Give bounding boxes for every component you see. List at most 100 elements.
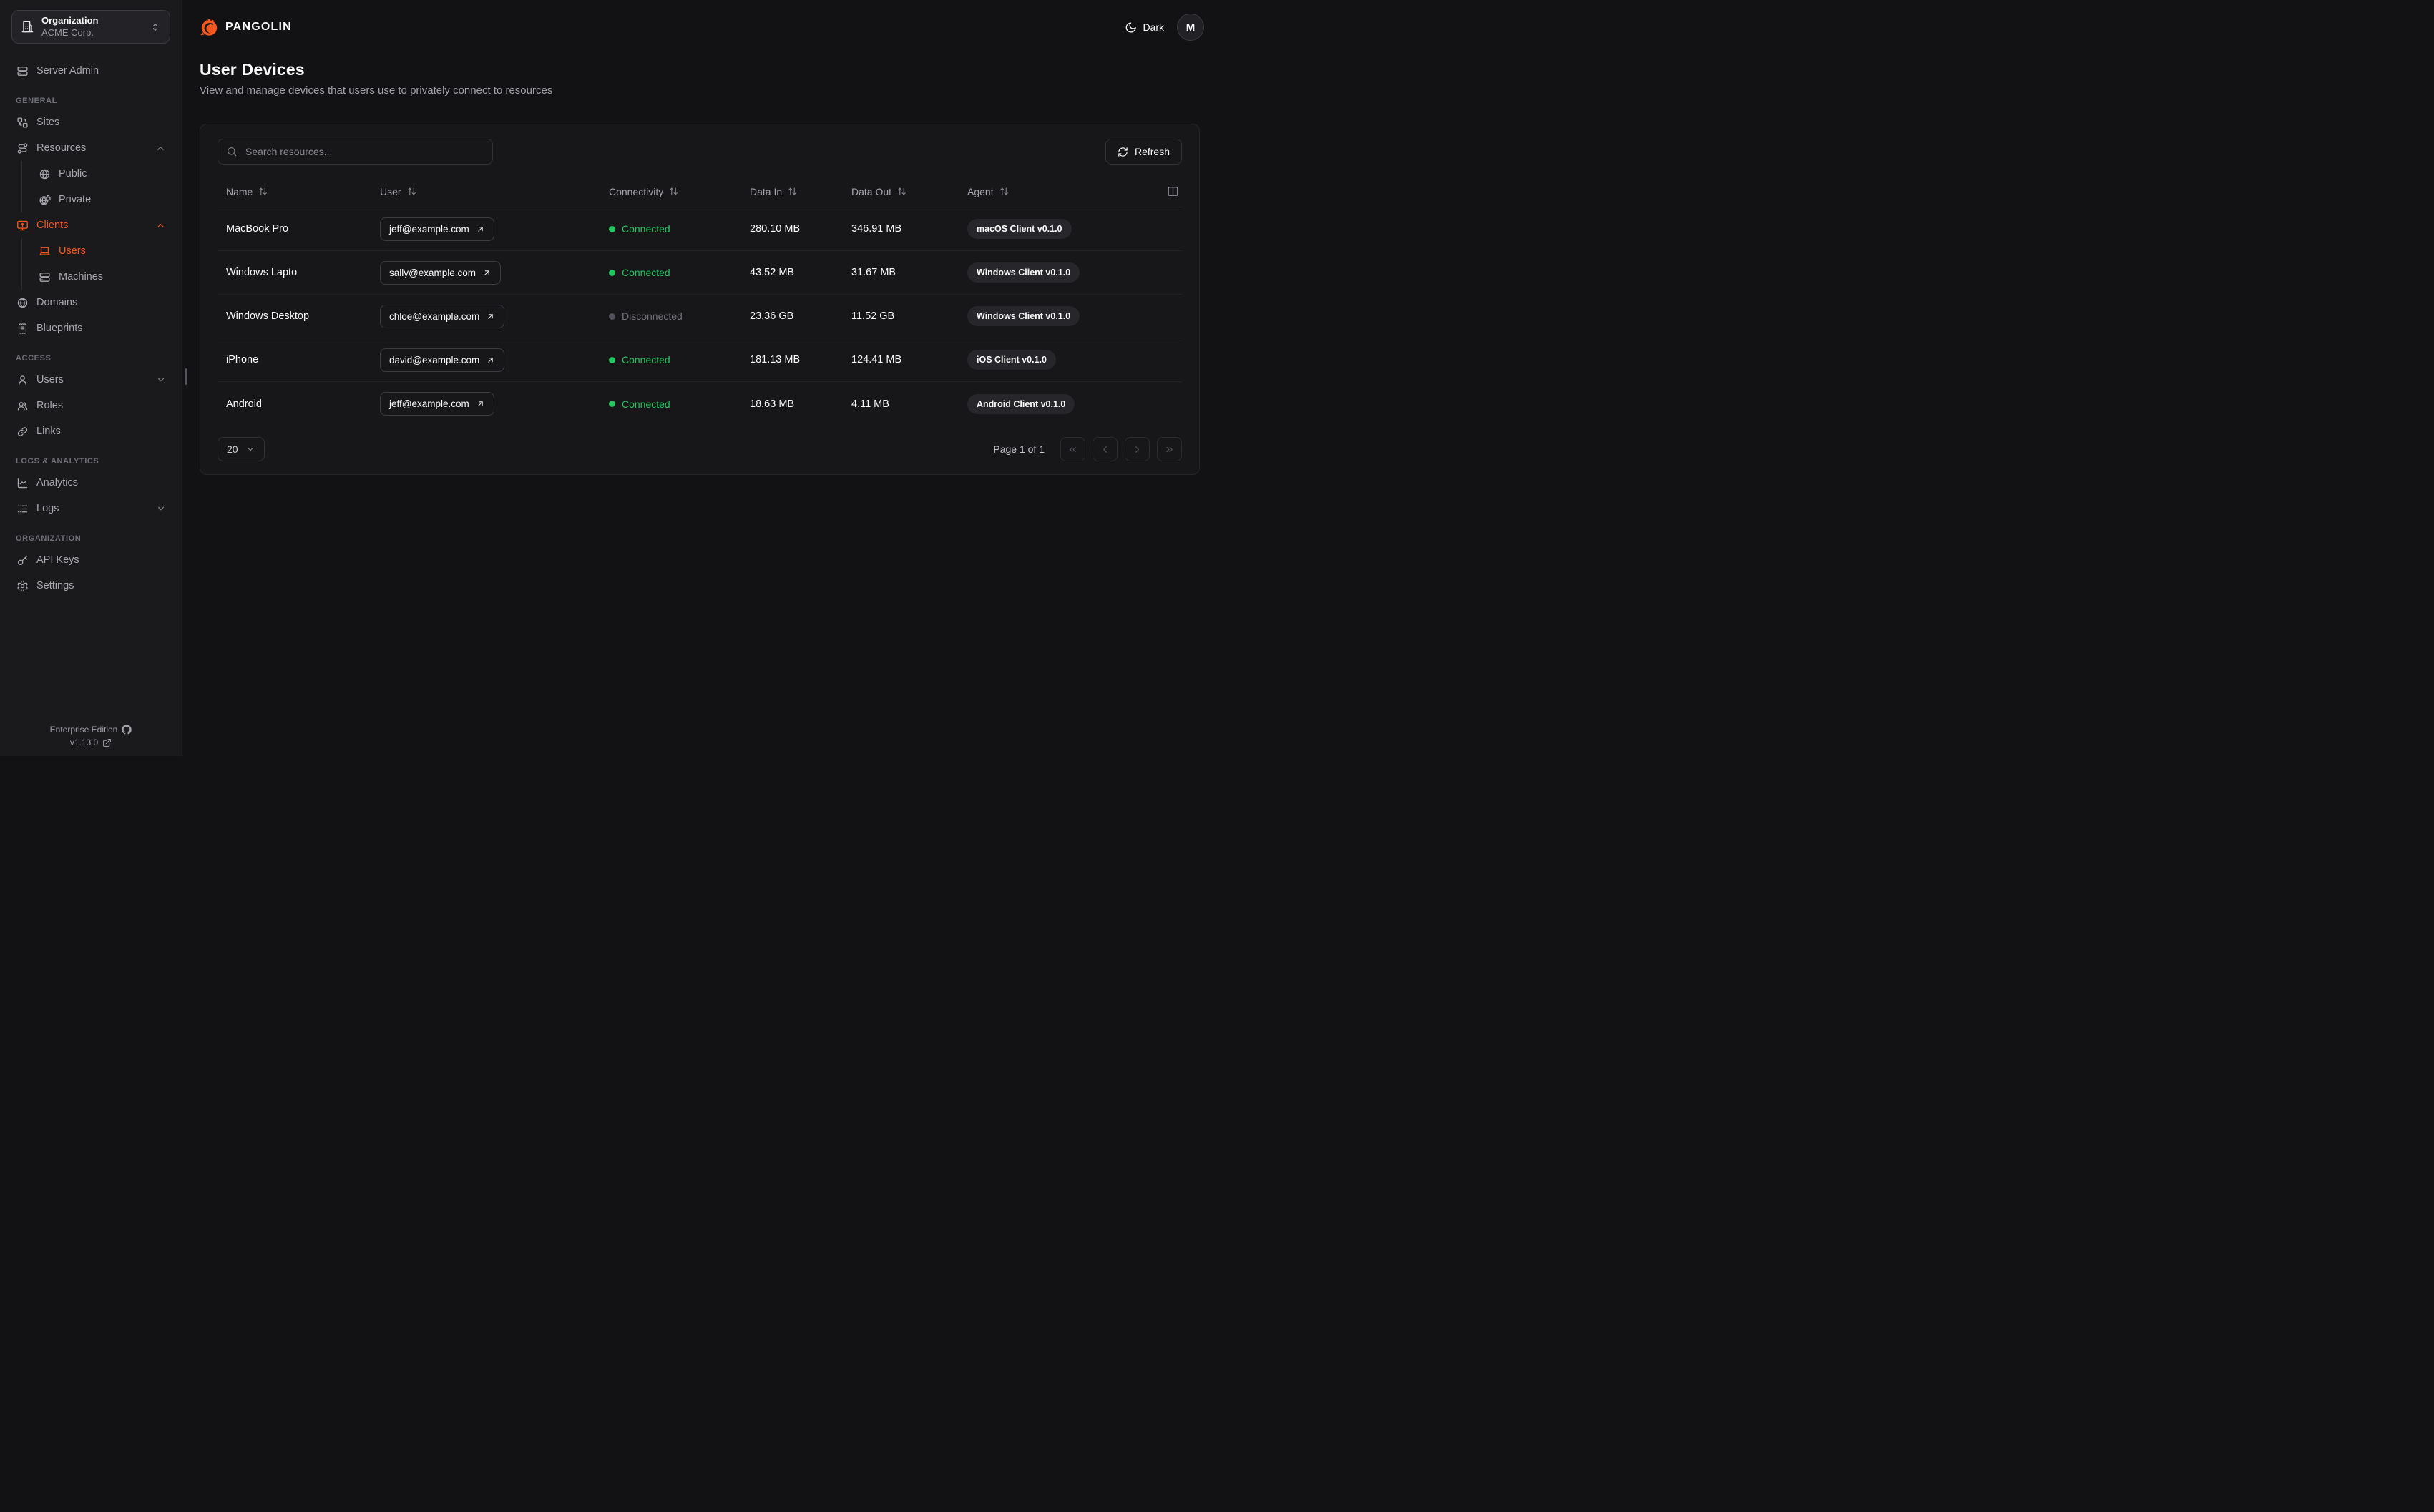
sidebar-item-label: Links bbox=[36, 426, 61, 437]
theme-toggle-button[interactable]: Dark bbox=[1125, 21, 1164, 34]
section-label: ORGANIZATION bbox=[16, 534, 82, 543]
arrow-up-right-icon bbox=[482, 268, 492, 278]
user-email: chloe@example.com bbox=[389, 310, 480, 322]
sidebar-item-label: Resources bbox=[36, 142, 87, 154]
sidebar-item-access-users[interactable]: Users bbox=[11, 367, 170, 393]
column-label: Data In bbox=[750, 185, 783, 197]
sidebar-item-label: Settings bbox=[36, 580, 74, 591]
sidebar-item-logs[interactable]: Logs bbox=[11, 496, 170, 521]
sidebar-item-settings[interactable]: Settings bbox=[11, 573, 170, 599]
sidebar-item-domains[interactable]: Domains bbox=[11, 290, 170, 315]
user-link[interactable]: chloe@example.com bbox=[380, 304, 505, 328]
column-header-data-in[interactable]: Data In bbox=[741, 186, 843, 197]
status-dot-icon bbox=[609, 356, 615, 363]
user-link[interactable]: jeff@example.com bbox=[380, 217, 494, 241]
devices-card: Refresh Name User Connectivity Data In Data … bbox=[200, 124, 1200, 475]
globe-lock-icon bbox=[38, 194, 51, 206]
search-input[interactable] bbox=[218, 139, 493, 165]
sidebar-item-label: API Keys bbox=[36, 554, 79, 566]
sidebar-item-label: Private bbox=[59, 194, 92, 205]
sidebar-item-roles[interactable]: Roles bbox=[11, 393, 170, 418]
sidebar: Organization ACME Corp. Server Admin GENE… bbox=[0, 0, 182, 756]
column-header-user[interactable]: User bbox=[371, 186, 600, 197]
globe-icon bbox=[16, 297, 29, 309]
sidebar-children-clients: Users Machines bbox=[21, 238, 170, 290]
sidebar-item-users[interactable]: Users bbox=[32, 238, 170, 264]
gear-icon bbox=[16, 580, 29, 592]
column-visibility-button[interactable] bbox=[1165, 184, 1181, 199]
agent-badge: Android Client v0.1.0 bbox=[967, 393, 1075, 414]
column-label: Connectivity bbox=[609, 185, 664, 197]
page-size-select[interactable]: 20 bbox=[218, 437, 265, 461]
sidebar-item-public[interactable]: Public bbox=[32, 161, 170, 187]
agent-badge: macOS Client v0.1.0 bbox=[967, 219, 1072, 239]
agent-badge: Windows Client v0.1.0 bbox=[967, 262, 1080, 283]
sidebar-item-api-keys[interactable]: API Keys bbox=[11, 547, 170, 573]
sidebar-item-private[interactable]: Private bbox=[32, 187, 170, 212]
topbar: PANGOLIN Dark M bbox=[182, 0, 1217, 54]
first-page-button[interactable] bbox=[1060, 437, 1085, 461]
agent-badge: Windows Client v0.1.0 bbox=[967, 306, 1080, 326]
column-header-name[interactable]: Name bbox=[218, 186, 371, 197]
device-name: Windows Lapto bbox=[226, 267, 298, 278]
device-name: MacBook Pro bbox=[226, 223, 289, 235]
user-link[interactable]: david@example.com bbox=[380, 348, 505, 372]
connectivity-label: Connected bbox=[622, 354, 670, 365]
table-header-row: Name User Connectivity Data In Data Out Agent bbox=[218, 176, 1182, 207]
next-page-button[interactable] bbox=[1125, 437, 1150, 461]
user-link[interactable]: jeff@example.com bbox=[380, 392, 494, 416]
sidebar-item-machines[interactable]: Machines bbox=[32, 264, 170, 290]
chevron-down-icon bbox=[156, 375, 166, 385]
org-selector-texts: Organization ACME Corp. bbox=[41, 15, 98, 39]
sidebar-item-clients[interactable]: Clients bbox=[11, 212, 170, 238]
sidebar-item-sites[interactable]: Sites bbox=[11, 109, 170, 135]
avatar[interactable]: M bbox=[1177, 14, 1204, 41]
chevron-up-icon bbox=[155, 143, 166, 154]
page-label: Page 1 of 1 bbox=[993, 443, 1045, 455]
sidebar-item-label: Server Admin bbox=[36, 65, 99, 77]
sidebar-item-server-admin[interactable]: Server Admin bbox=[11, 58, 170, 84]
column-header-connectivity[interactable]: Connectivity bbox=[600, 186, 741, 197]
sidebar-item-resources[interactable]: Resources bbox=[11, 135, 170, 161]
sidebar-item-blueprints[interactable]: Blueprints bbox=[11, 315, 170, 341]
sidebar-scrollbar-thumb[interactable] bbox=[185, 368, 187, 385]
agent-badge: iOS Client v0.1.0 bbox=[967, 350, 1056, 370]
last-page-button[interactable] bbox=[1157, 437, 1182, 461]
refresh-label: Refresh bbox=[1134, 146, 1170, 157]
connectivity-label: Connected bbox=[622, 267, 670, 278]
sidebar-item-label: Blueprints bbox=[36, 323, 83, 334]
data-out-value: 4.11 MB bbox=[851, 398, 889, 410]
table-toolbar: Refresh bbox=[218, 139, 1182, 165]
page-size-value: 20 bbox=[227, 443, 238, 455]
version-link[interactable]: v1.13.0 bbox=[70, 737, 112, 747]
brand: PANGOLIN bbox=[200, 18, 292, 37]
search-icon bbox=[226, 146, 238, 157]
sidebar-item-links[interactable]: Links bbox=[11, 418, 170, 444]
page-title: User Devices bbox=[200, 60, 305, 79]
data-out-value: 11.52 GB bbox=[851, 310, 895, 322]
arrow-up-right-icon bbox=[476, 399, 485, 408]
table-footer: 20 Page 1 of 1 bbox=[218, 437, 1182, 461]
prev-page-button[interactable] bbox=[1093, 437, 1118, 461]
version-label: v1.13.0 bbox=[69, 737, 99, 747]
refresh-button[interactable]: Refresh bbox=[1105, 139, 1182, 165]
chevrons-left-icon bbox=[1067, 444, 1078, 455]
server-icon bbox=[16, 65, 29, 77]
external-link-icon bbox=[102, 738, 112, 747]
org-selector[interactable]: Organization ACME Corp. bbox=[11, 10, 170, 44]
data-out-value: 31.67 MB bbox=[851, 267, 896, 278]
arrow-up-right-icon bbox=[476, 225, 485, 234]
sidebar-item-label: Public bbox=[59, 168, 87, 180]
table-row: Windows Lapto sally@example.com Connected 4… bbox=[218, 251, 1182, 295]
columns-icon bbox=[1167, 185, 1179, 197]
column-header-data-out[interactable]: Data Out bbox=[843, 186, 959, 197]
column-header-agent[interactable]: Agent bbox=[959, 186, 1156, 197]
key-icon bbox=[16, 554, 29, 566]
page-header: User Devices View and manage devices tha… bbox=[182, 54, 1217, 97]
main-content: PANGOLIN Dark M User Devices View and ma… bbox=[182, 0, 1217, 756]
sidebar-item-label: Analytics bbox=[36, 477, 79, 489]
user-link[interactable]: sally@example.com bbox=[380, 260, 501, 285]
sidebar-item-analytics[interactable]: Analytics bbox=[11, 470, 170, 496]
moon-icon bbox=[1125, 21, 1137, 34]
edition-link[interactable]: Enterprise Edition bbox=[50, 725, 132, 735]
